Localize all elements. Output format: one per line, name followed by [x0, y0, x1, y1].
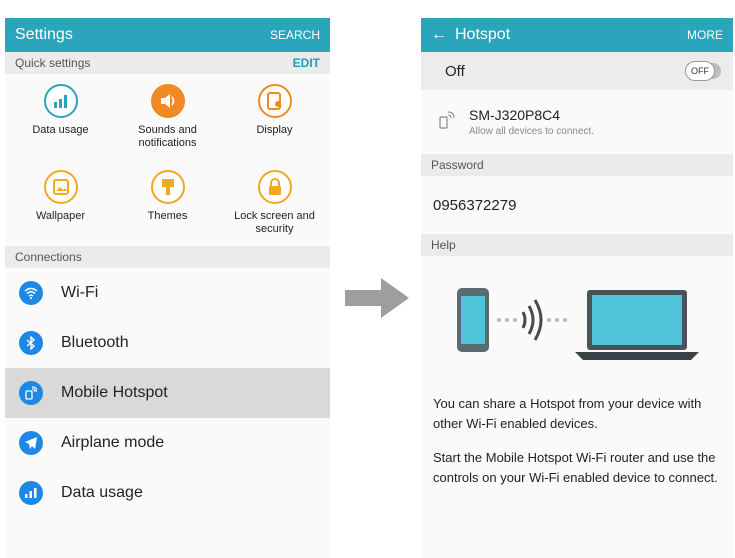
settings-app-bar: Settings SEARCH [5, 18, 330, 52]
network-name: SM-J320P8C4 [469, 107, 561, 123]
list-item-data-usage[interactable]: Data usage [5, 468, 330, 518]
back-arrow-icon[interactable]: ← [431, 26, 447, 44]
quick-setting-data-usage[interactable]: Data usage [7, 74, 114, 160]
password-row[interactable]: 0956372279 [421, 176, 733, 234]
network-subtitle: Allow all devices to connect. [469, 126, 595, 137]
phone-illustration-icon [457, 288, 489, 352]
search-button[interactable]: SEARCH [270, 28, 320, 42]
quick-setting-wallpaper[interactable]: Wallpaper [7, 160, 114, 246]
connections-title: Connections [15, 250, 82, 264]
list-item-bluetooth[interactable]: Bluetooth [5, 318, 330, 368]
list-item-wifi[interactable]: Wi-Fi [5, 268, 330, 318]
quick-settings-header: Quick settings EDIT [5, 52, 330, 74]
password-header: Password [421, 154, 733, 176]
wallpaper-icon [43, 170, 78, 204]
quick-setting-lock-screen[interactable]: Lock screen and security [221, 160, 328, 246]
help-paragraph: You can share a Hotspot from your device… [433, 396, 702, 431]
data-usage-icon [43, 84, 78, 118]
transition-arrow-icon [345, 278, 409, 323]
wifi-icon [19, 281, 43, 305]
settings-screen: Settings SEARCH Quick settings EDIT Data… [5, 18, 330, 558]
bluetooth-icon [19, 331, 43, 355]
hotspot-screen: ← Hotspot MORE Off OFF SM-J320P8C4 Allow… [421, 18, 733, 558]
lock-icon [257, 170, 292, 204]
quick-setting-display[interactable]: Display [221, 74, 328, 160]
laptop-illustration-icon [575, 290, 699, 360]
help-title: Help [431, 238, 456, 252]
hotspot-toggle-row[interactable]: Off OFF [421, 52, 733, 90]
toggle-label: Off [445, 62, 465, 80]
quick-settings-grid: Data usage Sounds and notifications Disp… [5, 74, 330, 246]
hotspot-device-icon [439, 110, 455, 134]
airplane-icon [19, 431, 43, 455]
quick-setting-label: Wallpaper [35, 210, 86, 222]
list-item-airplane-mode[interactable]: Airplane mode [5, 418, 330, 468]
quick-setting-themes[interactable]: Themes [114, 160, 221, 246]
quick-settings-title: Quick settings [15, 56, 91, 70]
list-item-label: Data usage [61, 484, 143, 501]
quick-setting-sounds[interactable]: Sounds and notifications [114, 74, 221, 160]
more-button[interactable]: MORE [687, 28, 723, 42]
themes-icon [150, 170, 185, 204]
help-paragraph: Start the Mobile Hotspot Wi-Fi router an… [433, 450, 718, 485]
wifi-wave-icon [521, 299, 543, 341]
data-usage-icon [19, 481, 43, 505]
page-title: Hotspot [455, 26, 511, 43]
hotspot-toggle[interactable]: OFF [685, 61, 721, 81]
hotspot-illustration [421, 256, 733, 394]
connections-header: Connections [5, 246, 330, 268]
password-title: Password [431, 158, 484, 172]
help-text: You can share a Hotspot from your device… [421, 394, 733, 488]
list-item-label: Mobile Hotspot [61, 384, 168, 401]
quick-setting-label: Lock screen and security [234, 210, 315, 235]
quick-setting-label: Display [256, 124, 293, 136]
volume-icon [150, 84, 185, 118]
quick-setting-label: Themes [147, 210, 188, 222]
edit-button[interactable]: EDIT [293, 56, 320, 70]
quick-setting-label: Sounds and notifications [138, 124, 197, 149]
list-item-label: Wi-Fi [61, 284, 99, 301]
hotspot-icon [19, 381, 43, 405]
hotspot-app-bar: ← Hotspot MORE [421, 18, 733, 52]
help-header: Help [421, 234, 733, 256]
list-item-label: Airplane mode [61, 434, 165, 451]
list-item-mobile-hotspot[interactable]: Mobile Hotspot [5, 368, 330, 418]
page-title: Settings [15, 26, 73, 43]
quick-setting-label: Data usage [32, 124, 89, 136]
toggle-state: OFF [685, 61, 715, 81]
password-value: 0956372279 [433, 196, 517, 214]
network-name-row[interactable]: SM-J320P8C4 Allow all devices to connect… [421, 90, 733, 154]
display-icon [257, 84, 292, 118]
list-item-label: Bluetooth [61, 334, 129, 351]
